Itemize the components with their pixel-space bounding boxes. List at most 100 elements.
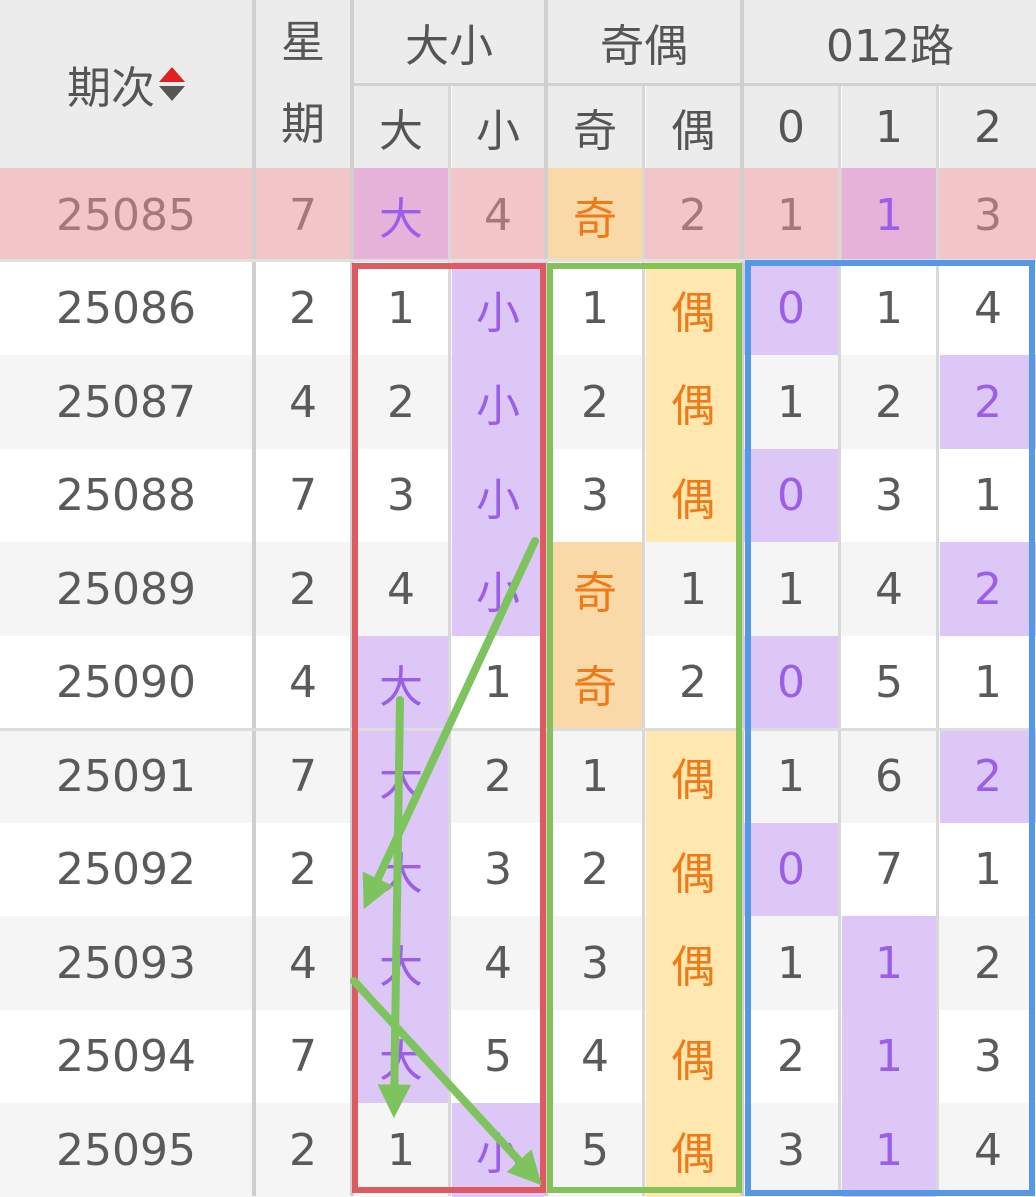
cell-size-small: 小 <box>452 448 544 543</box>
cell-road-0: 1 <box>744 168 838 262</box>
table-row: 25091 7 大 2 1 偶 1 6 2 <box>0 729 1036 823</box>
sort-desc-icon[interactable] <box>159 86 185 101</box>
cell-parity-even: 偶 <box>646 355 740 449</box>
cell-size-big: 2 <box>387 376 415 428</box>
group-header-road-label: 012路 <box>826 21 954 72</box>
trend-table: 期次 星 期 大小 奇偶 012路 大小奇偶 0 1 2 25085 7 大 4 奇 2 1 1 3 25… <box>0 0 1036 1197</box>
cell-parity-even: 1 <box>679 563 707 615</box>
column-divider-thin <box>838 86 841 1196</box>
sub-header-size-small: 小 <box>452 86 544 168</box>
cell-road-1: 1 <box>842 1009 936 1104</box>
cell-parity-odd: 2 <box>581 844 609 895</box>
sub-header-parity-odd: 奇 <box>548 86 642 168</box>
header-divider-line <box>354 83 1036 86</box>
cell-parity-even: 2 <box>679 657 707 708</box>
cell-parity-even: 偶 <box>646 729 740 823</box>
cell-size-small: 小 <box>452 355 544 449</box>
sub-header-label: 1 <box>875 101 903 153</box>
period-cell: 25090 <box>56 657 196 708</box>
group-header-size-label: 大小 <box>405 21 493 72</box>
period-cell: 25085 <box>56 189 196 241</box>
cell-road-1: 2 <box>875 376 903 428</box>
cell-road-2: 1 <box>974 657 1002 708</box>
cell-size-small: 4 <box>452 168 544 262</box>
cell-size-big: 1 <box>387 283 415 334</box>
group-header-road: 012路 <box>744 0 1036 84</box>
cell-road-2: 4 <box>974 283 1002 334</box>
table-row: 25093 4 大 4 3 偶 1 1 2 <box>0 916 1036 1010</box>
cell-parity-even: 偶 <box>646 1103 740 1197</box>
cell-road-0: 3 <box>777 1124 805 1176</box>
week-cell: 7 <box>289 189 317 241</box>
cell-road-1: 1 <box>842 916 936 1010</box>
week-cell: 4 <box>289 937 317 989</box>
period-cell: 25093 <box>56 937 196 989</box>
cell-parity-even: 偶 <box>646 261 740 356</box>
period-cell: 25088 <box>56 470 196 521</box>
cell-size-small: 2 <box>484 750 512 802</box>
period-cell: 25091 <box>56 750 196 802</box>
cell-road-0: 1 <box>777 376 805 428</box>
cell-size-small: 1 <box>484 657 512 708</box>
sub-header-road-1: 1 <box>842 86 936 168</box>
sub-header-road-0: 0 <box>744 86 838 168</box>
cell-size-big: 大 <box>354 1009 448 1104</box>
cell-size-small: 小 <box>452 261 544 356</box>
group-header-parity-label: 奇偶 <box>600 21 688 72</box>
table-row: 25089 2 4 小奇 1 1 4 2 <box>0 542 1036 636</box>
cell-size-big: 大 <box>354 729 448 823</box>
cell-parity-odd: 奇 <box>548 542 642 636</box>
cell-road-1: 7 <box>875 844 903 895</box>
cell-road-0: 1 <box>777 563 805 615</box>
cell-road-2: 2 <box>974 937 1002 989</box>
table-row: 25095 2 1 小 5 偶 3 1 4 <box>0 1103 1036 1197</box>
cell-road-2: 2 <box>940 729 1036 823</box>
period-cell: 25095 <box>56 1124 196 1176</box>
cell-size-big: 大 <box>354 916 448 1010</box>
sub-header-label: 0 <box>777 101 805 153</box>
cell-size-small: 小 <box>452 542 544 636</box>
week-cell: 7 <box>289 1031 317 1082</box>
sub-header-size-big: 大 <box>354 86 448 168</box>
column-divider <box>544 0 548 1196</box>
sub-header-label: 小 <box>476 106 520 157</box>
sort-icon[interactable] <box>159 67 185 101</box>
table-row: 25094 7 大 5 4 偶 2 1 3 <box>0 1009 1036 1104</box>
period-cell: 25086 <box>56 283 196 334</box>
period-header-label: 期次 <box>67 63 155 114</box>
group-header-parity: 奇偶 <box>548 0 740 84</box>
week-header-bottom: 期 <box>281 99 325 150</box>
cell-road-0: 0 <box>744 261 838 356</box>
week-cell: 7 <box>289 750 317 802</box>
week-cell: 2 <box>289 844 317 895</box>
period-header[interactable]: 期次 <box>0 0 252 168</box>
table-row: 25087 4 2 小 2 偶 1 2 2 <box>0 355 1036 449</box>
cell-size-small: 5 <box>484 1031 512 1082</box>
cell-parity-odd: 3 <box>581 937 609 989</box>
cell-parity-odd: 5 <box>581 1124 609 1176</box>
cell-road-1: 1 <box>875 283 903 334</box>
cell-road-1: 6 <box>875 750 903 802</box>
row-divider <box>0 728 1036 731</box>
cell-road-1: 5 <box>875 657 903 708</box>
period-cell: 25089 <box>56 563 196 615</box>
cell-road-2: 3 <box>940 168 1036 262</box>
table-row: 25086 2 1 小 1 偶 0 1 4 <box>0 261 1036 356</box>
cell-road-1: 4 <box>875 563 903 615</box>
sub-header-parity-even: 偶 <box>646 86 740 168</box>
column-divider <box>740 0 744 1196</box>
cell-parity-odd: 4 <box>581 1031 609 1082</box>
cell-size-big: 4 <box>387 563 415 615</box>
row-divider <box>0 259 1036 262</box>
column-divider-thin <box>448 86 451 1196</box>
sort-asc-icon[interactable] <box>159 67 185 82</box>
sub-header-label: 奇 <box>573 106 617 157</box>
table-row: 25092 2 大 3 2 偶 0 7 1 <box>0 822 1036 917</box>
table-row: 25088 7 3 小 3 偶 0 3 1 <box>0 448 1036 543</box>
cell-size-small: 小 <box>452 1103 544 1197</box>
cell-road-1: 1 <box>842 168 936 262</box>
cell-road-2: 4 <box>974 1124 1002 1176</box>
table-row: 25090 4 大 1 奇 2 0 5 1 <box>0 635 1036 730</box>
cell-parity-even: 2 <box>646 168 740 262</box>
week-cell: 4 <box>289 376 317 428</box>
